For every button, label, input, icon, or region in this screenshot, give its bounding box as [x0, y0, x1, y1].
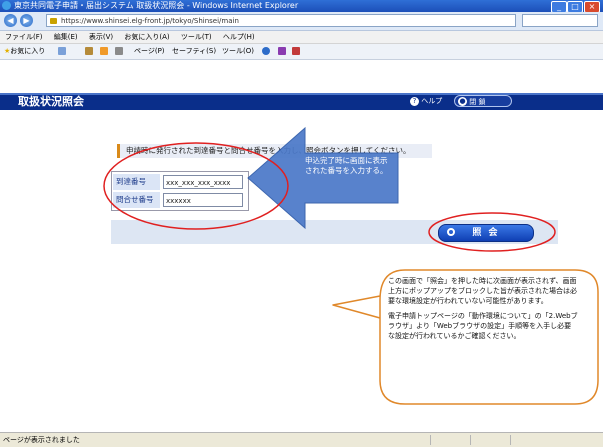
arrow-callout-text: 申込完了時に画面に表示された番号を入力する。	[305, 156, 388, 175]
note-text: この画面で「照会」を押した時に次画面が表示されず、画面上方にポップアップをブロッ…	[388, 276, 578, 346]
button-highlight-ellipse	[428, 212, 556, 252]
annotation-overlay	[103, 126, 599, 405]
status-bar: ページが表示されました	[0, 432, 603, 447]
note-paragraph-2: 電子申請トップページの「動作環境について」の「2.Webブラウザ」より「Webブ…	[388, 312, 578, 340]
status-text: ページが表示されました	[3, 436, 80, 444]
callout-arrow	[247, 126, 399, 230]
note-paragraph-1: この画面で「照会」を押した時に次画面が表示されず、画面上方にポップアップをブロッ…	[388, 277, 577, 305]
